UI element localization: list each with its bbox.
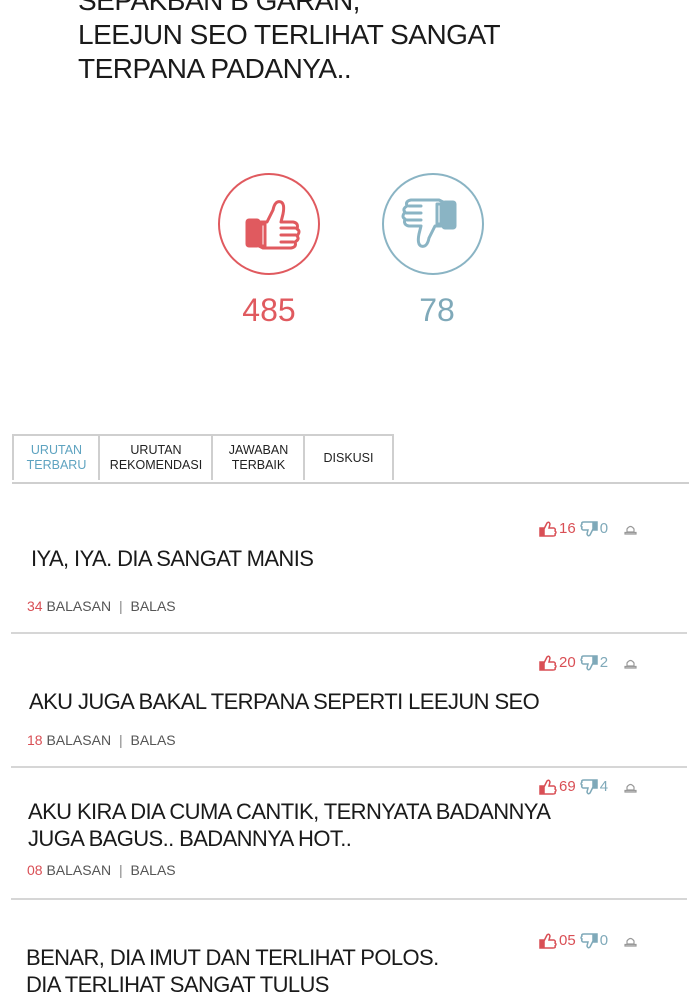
comment-like-count: 20 — [559, 654, 576, 671]
replies-label[interactable]: BALASAN — [46, 598, 111, 614]
tab-label: JAWABAN TERBAIK — [228, 443, 289, 472]
comment-dislike-count: 4 — [599, 778, 609, 795]
tab-label: DISKUSI — [323, 450, 374, 465]
thumbs-down-icon — [401, 198, 457, 248]
like-count: 485 — [242, 292, 296, 328]
comment-votes: 05 0 — [539, 932, 637, 950]
comment-text: AKU JUGA BAKAL TERPANA SEPERTI LEEJUN SE… — [29, 688, 540, 715]
comment-divider — [11, 766, 687, 768]
thumbs-down-icon[interactable] — [579, 521, 598, 537]
replies-label[interactable]: BALASAN — [46, 862, 111, 878]
tab-urutan-terbaru[interactable]: URUTAN TERBARU — [12, 434, 99, 480]
reply-button[interactable]: BALAS — [130, 598, 175, 614]
dislike-count: 78 — [419, 292, 455, 328]
thumbs-up-icon[interactable] — [539, 933, 557, 949]
caption-line: SEPAKBAN B GARAN, — [78, 0, 360, 16]
report-icon[interactable] — [624, 781, 637, 793]
thumbs-down-icon[interactable] — [579, 933, 598, 949]
comment-text-line: JUGA BAGUS.. BADANNYA HOT.. — [28, 826, 352, 851]
comment-replies: 34 BALASAN | BALAS — [27, 598, 176, 614]
comment-text-line: AKU JUGA BAKAL TERPANA SEPERTI LEEJUN SE… — [29, 689, 540, 714]
thumbs-up-icon[interactable] — [539, 521, 557, 537]
reply-count: 34 — [27, 598, 43, 614]
comment-text: AKU KIRA DIA CUMA CANTIK, TERNYATA BADAN… — [28, 798, 551, 852]
comment-text: BENAR, DIA IMUT DAN TERLIHAT POLOS. DIA … — [26, 944, 439, 998]
tab-diskusi[interactable]: DISKUSI — [303, 434, 394, 480]
reply-count: 08 — [27, 862, 43, 878]
comment-text-line: IYA, IYA. DIA SANGAT MANIS — [31, 546, 314, 571]
tab-label: URUTAN TERBARU — [26, 443, 87, 472]
dislike-button[interactable] — [382, 173, 484, 275]
thumbs-up-icon[interactable] — [539, 779, 557, 795]
comment-votes: 20 2 — [539, 654, 637, 672]
tab-label: URUTAN REKOMENDASI — [109, 443, 203, 472]
comment-text-line: AKU KIRA DIA CUMA CANTIK, TERNYATA BADAN… — [28, 799, 551, 824]
thumbs-up-icon[interactable] — [539, 655, 557, 671]
caption-line: TERPANA PADANYA.. — [78, 53, 352, 84]
comment-like-count: 05 — [559, 932, 576, 949]
thumbs-down-icon[interactable] — [579, 655, 598, 671]
comment-replies: 08 BALASAN | BALAS — [27, 862, 176, 878]
report-icon[interactable] — [624, 935, 637, 947]
thumbs-down-icon[interactable] — [579, 779, 598, 795]
comment-dislike-count: 0 — [599, 932, 609, 949]
comment-votes: 16 0 — [539, 520, 637, 538]
tab-jawaban-terbaik[interactable]: JAWABAN TERBAIK — [211, 434, 304, 480]
comment-text-line: DIA TERLIHAT SANGAT TULUS — [26, 972, 329, 997]
caption-text: SEPAKBAN B GARAN, LEEJUN SEO TERLIHAT SA… — [78, 0, 501, 86]
caption-line: LEEJUN SEO TERLIHAT SANGAT — [78, 19, 501, 50]
thumbs-up-icon — [245, 200, 301, 250]
comment-sort-tabs: URUTAN TERBARU URUTAN REKOMENDASI JAWABA… — [12, 434, 689, 484]
comment-like-count: 69 — [559, 778, 576, 795]
reply-button[interactable]: BALAS — [130, 862, 175, 878]
comment-like-count: 16 — [559, 520, 576, 537]
comment-divider — [11, 898, 687, 900]
comment-divider — [11, 632, 687, 634]
comment-votes: 69 4 — [539, 778, 637, 796]
comment-text-line: BENAR, DIA IMUT DAN TERLIHAT POLOS. — [26, 945, 439, 970]
replies-label[interactable]: BALASAN — [46, 732, 111, 748]
comment-text: IYA, IYA. DIA SANGAT MANIS — [31, 545, 314, 572]
comment-replies: 18 BALASAN | BALAS — [27, 732, 176, 748]
comment-dislike-count: 0 — [599, 520, 609, 537]
report-icon[interactable] — [624, 523, 637, 535]
like-button[interactable] — [218, 173, 320, 275]
reply-count: 18 — [27, 732, 43, 748]
report-icon[interactable] — [624, 657, 637, 669]
reply-button[interactable]: BALAS — [130, 732, 175, 748]
tab-urutan-rekomendasi[interactable]: URUTAN REKOMENDASI — [98, 434, 212, 480]
comment-dislike-count: 2 — [599, 654, 609, 671]
